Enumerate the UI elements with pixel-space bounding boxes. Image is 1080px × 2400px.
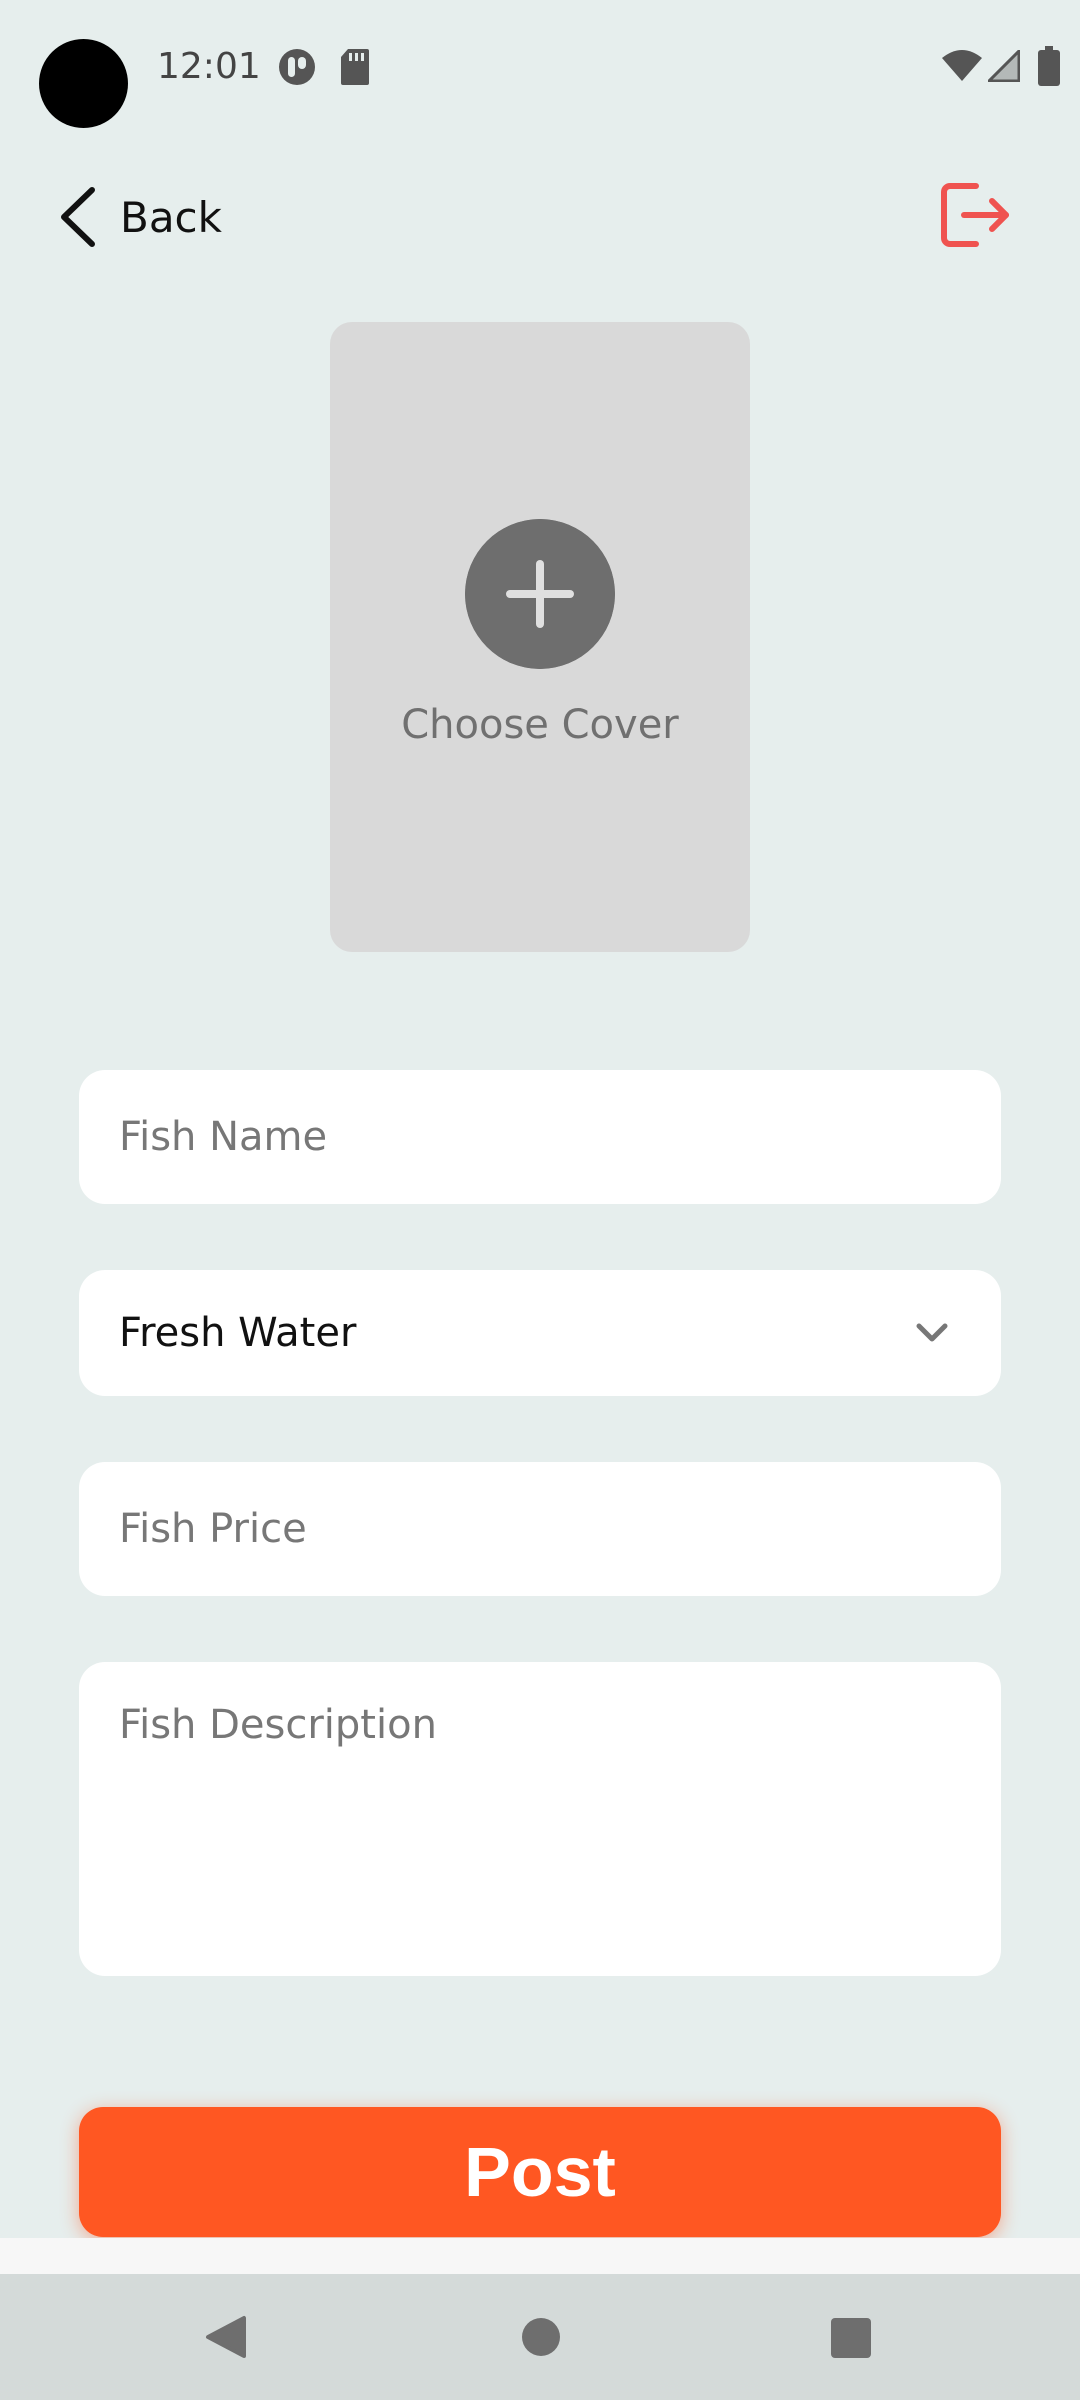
nav-recents-icon[interactable] [831,2318,871,2358]
plus-icon [465,519,615,669]
sd-card-icon [341,49,369,85]
battery-icon [1038,46,1060,86]
water-type-select[interactable]: Fresh Water [79,1270,1001,1396]
choose-cover-button[interactable]: Choose Cover [330,322,750,952]
post-button[interactable]: Post [79,2107,1001,2237]
status-bar: 12:01 [0,0,1080,140]
fish-name-field[interactable] [79,1070,1001,1204]
fish-price-field[interactable] [79,1462,1001,1596]
water-type-value: Fresh Water [119,1310,357,1356]
nav-back-icon[interactable] [204,2314,248,2360]
back-label: Back [120,192,222,242]
status-time: 12:01 [157,46,261,87]
chevron-left-icon [61,187,95,247]
back-button[interactable]: Back [56,180,222,254]
choose-cover-label: Choose Cover [401,702,679,748]
camera-cutout [39,39,128,128]
fish-description-field[interactable] [79,1662,1001,1976]
fish-name-input[interactable] [79,1070,1001,1204]
cellular-signal-icon [988,50,1020,82]
notification-app-icon [279,49,315,85]
chevron-down-icon [916,1323,948,1342]
bottom-divider [0,2238,1080,2274]
system-nav-bar [0,2274,1080,2400]
logout-icon[interactable] [940,182,1012,248]
fish-description-input[interactable] [79,1662,1001,1976]
nav-home-icon[interactable] [522,2318,560,2356]
wifi-icon [942,50,982,81]
fish-price-input[interactable] [79,1462,1001,1596]
